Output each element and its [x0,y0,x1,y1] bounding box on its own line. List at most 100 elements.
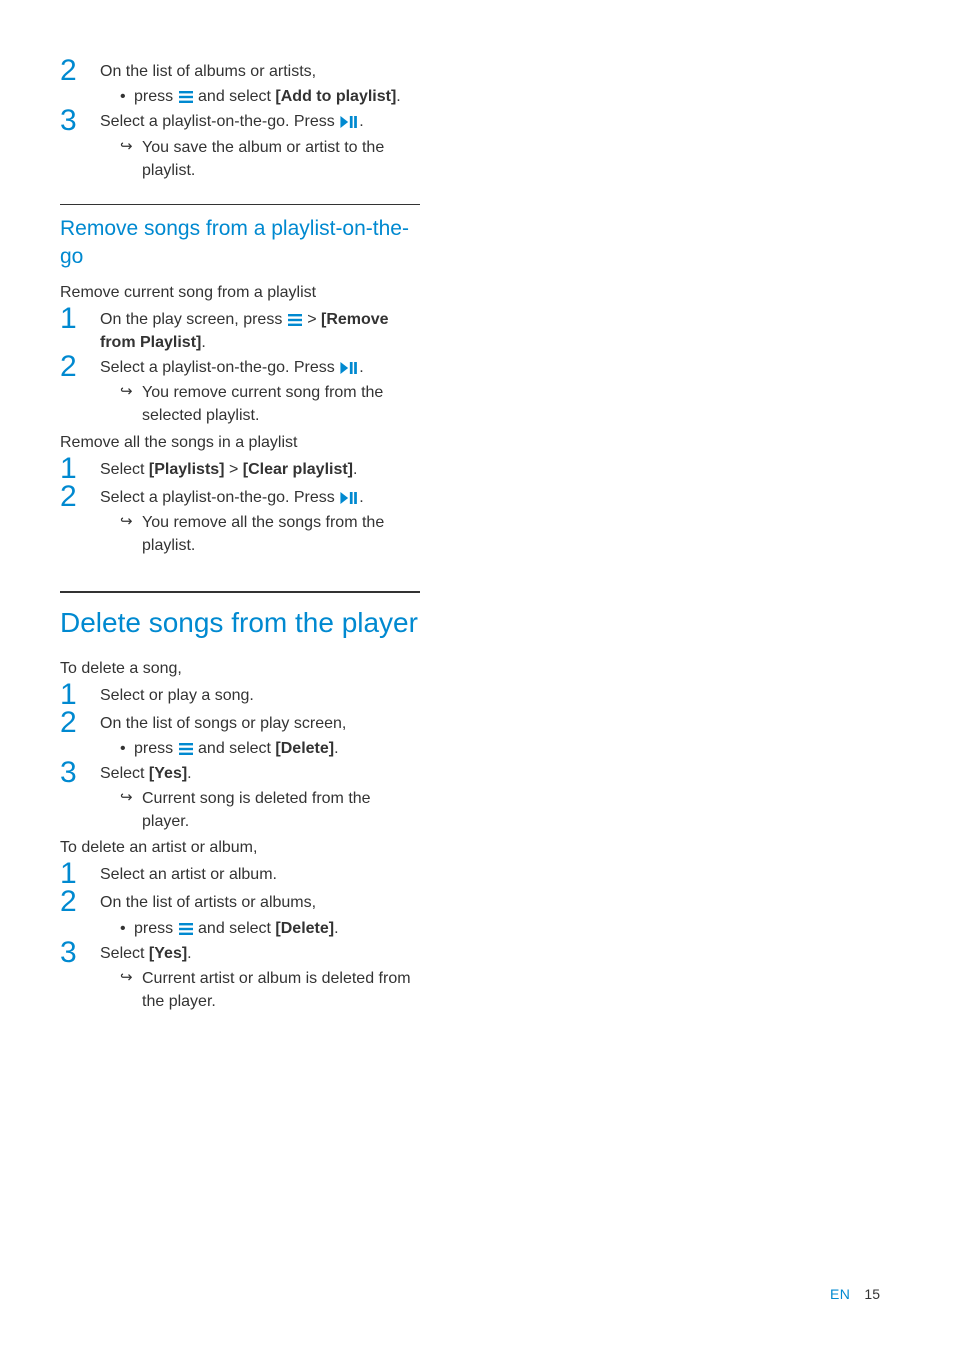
lead-text: Remove current song from a playlist [60,284,420,302]
result-text: Current song is deleted from the player. [142,787,420,833]
lead-text: To delete an artist or album, [60,839,420,857]
lead-text: Remove all the songs in a playlist [60,434,420,452]
step-row: 3 Select [Yes]. ↪ Current song is delete… [60,762,420,834]
step-number: 2 [60,56,100,86]
step-number: 3 [60,938,100,968]
ui-label: [Playlists] [149,461,225,478]
step-row: 2 On the list of songs or play screen, •… [60,712,420,760]
result-arrow-icon: ↪ [120,136,142,158]
step-number: 1 [60,304,100,334]
content-column: 2 On the list of albums or artists, • pr… [60,60,420,1013]
step-body: On the list of artists or albums, • pres… [100,891,420,939]
step-body: Select an artist or album. [100,863,420,886]
step-number: 2 [60,887,100,917]
text-fragment: Select [100,461,149,478]
text-fragment: . [201,334,205,351]
step-text: On the list of albums or artists, [100,63,316,80]
text-fragment: Select a playlist-on-the-go. Press [100,359,339,376]
menu-icon [179,923,193,935]
text-fragment: and select [194,740,276,757]
footer-language: EN [830,1286,850,1302]
menu-icon [179,743,193,755]
step-text: On the list of songs or play screen, [100,715,346,732]
text-fragment: press [134,920,178,937]
text-fragment: Select [100,945,149,962]
step-number: 2 [60,352,100,382]
result-text: You save the album or artist to the play… [142,136,420,182]
text-fragment: Select a playlist-on-the-go. Press [100,113,339,130]
text-fragment: Select a playlist-on-the-go. Press [100,489,339,506]
step-text: On the list of artists or albums, [100,894,316,911]
bullet-row: • press and select [Add to playlist]. [100,85,420,108]
footer-page-number: 15 [864,1286,880,1302]
ui-label: [Yes] [149,765,187,782]
step-row: 1 Select [Playlists] > [Clear playlist]. [60,458,420,484]
step-body: On the list of songs or play screen, • p… [100,712,420,760]
step-row: 3 Select [Yes]. ↪ Current artist or albu… [60,942,420,1014]
step-body: On the play screen, press > [Remove from… [100,308,420,354]
step-row: 1 Select an artist or album. [60,863,420,889]
menu-icon [179,91,193,103]
step-number: 3 [60,106,100,136]
result-text: Current artist or album is deleted from … [142,967,420,1013]
step-body: On the list of albums or artists, • pres… [100,60,420,108]
step-body: Select a playlist-on-the-go. Press . ↪ Y… [100,110,420,182]
step-body: Select [Yes]. ↪ Current song is deleted … [100,762,420,834]
result-row: ↪ You remove all the songs from the play… [100,511,420,557]
text-fragment: > [225,461,243,478]
step-number: 3 [60,758,100,788]
text-fragment: . [187,765,191,782]
step-text: Select an artist or album. [100,866,277,883]
text-fragment: . [187,945,191,962]
bullet-text: press and select [Add to playlist]. [134,85,420,108]
lead-text: To delete a song, [60,660,420,678]
bullet-row: • press and select [Delete]. [100,737,420,760]
ui-label: [Delete] [275,740,334,757]
bullet-text: press and select [Delete]. [134,737,420,760]
result-arrow-icon: ↪ [120,381,142,403]
step-row: 3 Select a playlist-on-the-go. Press . ↪… [60,110,420,182]
text-fragment: . [396,88,400,105]
page-footer: EN 15 [830,1286,880,1302]
text-fragment: and select [194,920,276,937]
bullet-dot-icon: • [120,85,134,108]
text-fragment: . [334,920,338,937]
step-row: 2 Select a playlist-on-the-go. Press . ↪… [60,486,420,558]
bullet-row: • press and select [Delete]. [100,917,420,940]
step-body: Select a playlist-on-the-go. Press . ↪ Y… [100,356,420,428]
text-fragment: press [134,740,178,757]
bullet-text: press and select [Delete]. [134,917,420,940]
text-fragment: > [303,311,321,328]
step-row: 2 Select a playlist-on-the-go. Press . ↪… [60,356,420,428]
result-arrow-icon: ↪ [120,787,142,809]
result-arrow-icon: ↪ [120,511,142,533]
bullet-dot-icon: • [120,737,134,760]
step-row: 1 Select or play a song. [60,684,420,710]
play-pause-icon [340,116,358,128]
bullet-dot-icon: • [120,917,134,940]
result-text: You remove all the songs from the playli… [142,511,420,557]
step-body: Select [Yes]. ↪ Current artist or album … [100,942,420,1014]
step-number: 2 [60,482,100,512]
menu-icon [288,314,302,326]
step-body: Select a playlist-on-the-go. Press . ↪ Y… [100,486,420,558]
step-body: Select [Playlists] > [Clear playlist]. [100,458,420,481]
text-fragment: . [359,113,363,130]
play-pause-icon [340,362,358,374]
text-fragment: . [334,740,338,757]
result-row: ↪ You save the album or artist to the pl… [100,136,420,182]
manual-page: 2 On the list of albums or artists, • pr… [0,0,954,1350]
step-number: 2 [60,708,100,738]
text-fragment: Select [100,765,149,782]
text-fragment: . [359,489,363,506]
result-text: You remove current song from the selecte… [142,381,420,427]
text-fragment: . [353,461,357,478]
result-row: ↪ Current song is deleted from the playe… [100,787,420,833]
ui-label: [Delete] [275,920,334,937]
play-pause-icon [340,492,358,504]
text-fragment: . [359,359,363,376]
step-row: 1 On the play screen, press > [Remove fr… [60,308,420,354]
section-heading: Delete songs from the player [60,605,420,641]
step-text: Select or play a song. [100,687,254,704]
divider-thin [60,204,420,205]
